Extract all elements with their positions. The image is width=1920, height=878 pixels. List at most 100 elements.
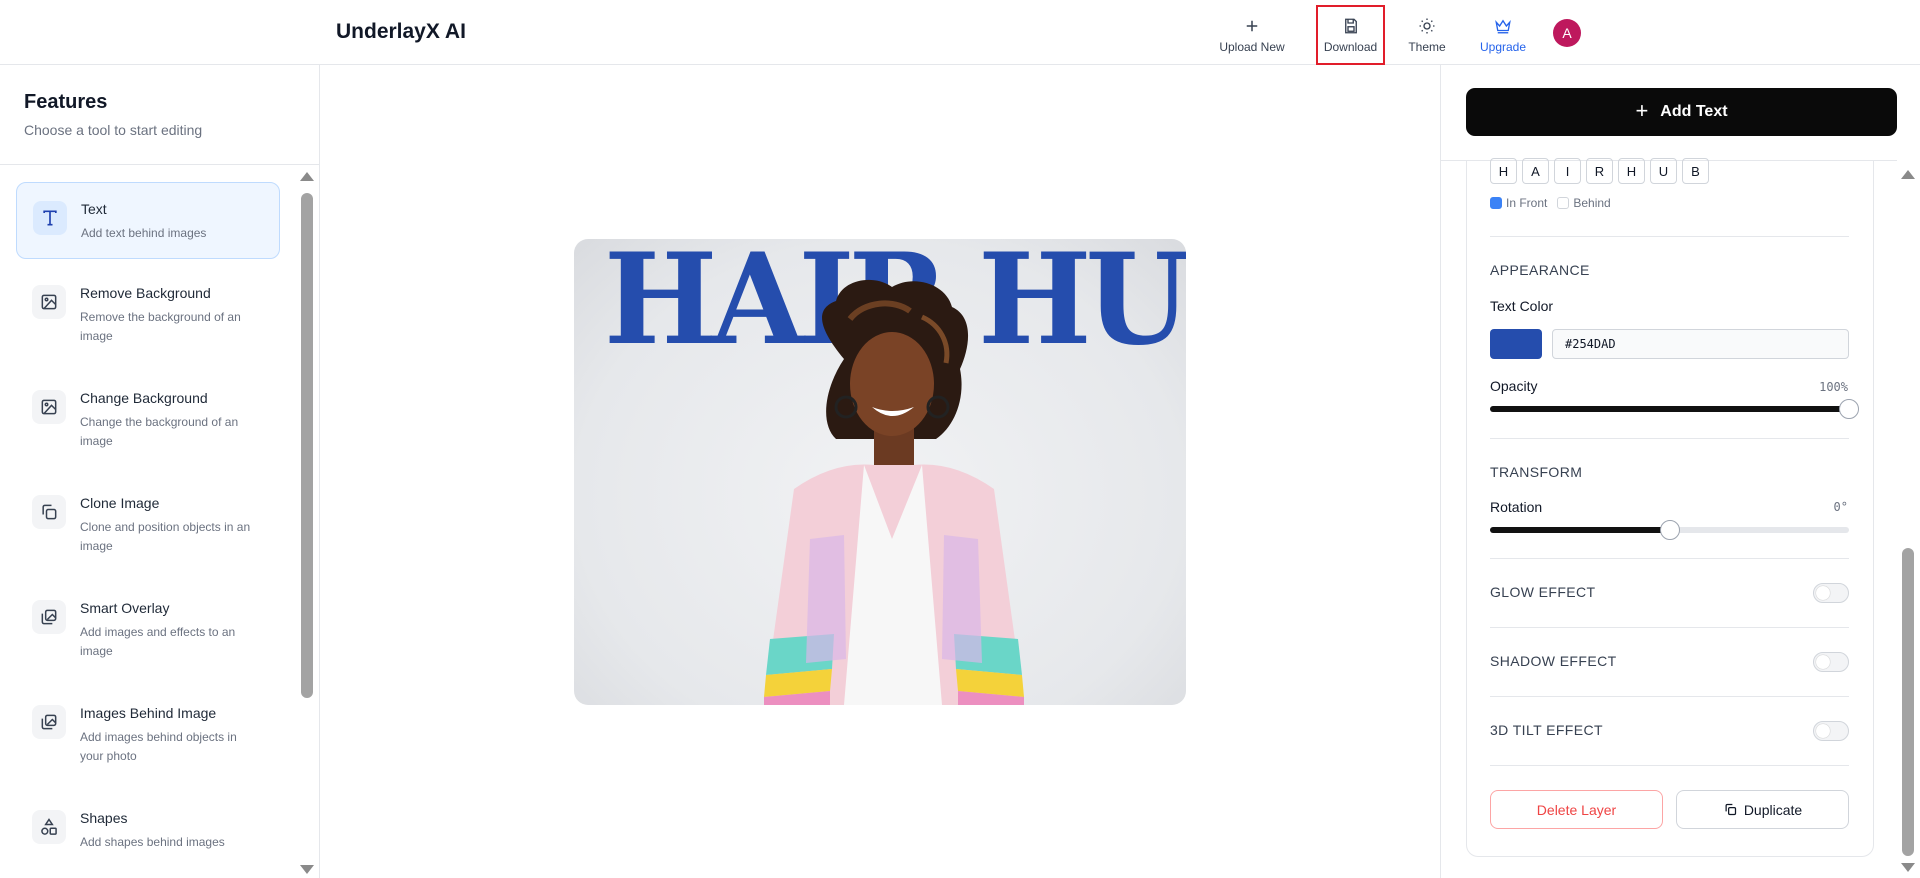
- sidebar-title: Features: [24, 91, 108, 113]
- editor-canvas: HAIR HUB: [320, 65, 1440, 878]
- tool-name: Change Background: [80, 390, 208, 406]
- in-front-checkbox[interactable]: [1490, 197, 1502, 209]
- edited-photo[interactable]: HAIR HUB: [574, 239, 1186, 705]
- tool-desc: Clone and position objects in an image: [80, 520, 251, 553]
- upgrade-label: Upgrade: [1479, 39, 1527, 54]
- text-color-label: Text Color: [1490, 298, 1554, 314]
- text-properties-panel: + Add Text H A I R H U B In Front Behind…: [1440, 65, 1920, 878]
- sidebar-scrollbar[interactable]: [300, 170, 314, 876]
- tool-desc: Change the background of an image: [80, 415, 239, 448]
- glow-effect-title: GLOW EFFECT: [1490, 584, 1596, 600]
- crown-icon: [1495, 19, 1511, 33]
- tool-images-behind-image[interactable]: Images Behind Image Add images behind ob…: [16, 687, 280, 777]
- image-icon: [32, 285, 66, 319]
- letter-chip[interactable]: A: [1522, 158, 1549, 184]
- scroll-down-icon[interactable]: [300, 865, 314, 874]
- rotation-slider[interactable]: [1490, 520, 1849, 540]
- letter-chip[interactable]: U: [1650, 158, 1677, 184]
- tool-text[interactable]: Text Add text behind images: [16, 182, 280, 259]
- slider-handle[interactable]: [1659, 520, 1680, 540]
- upgrade-button[interactable]: Upgrade: [1472, 6, 1534, 64]
- theme-button[interactable]: Theme: [1400, 6, 1454, 64]
- tool-name: Shapes: [80, 810, 128, 826]
- avatar[interactable]: A: [1553, 19, 1581, 47]
- top-bar: UnderlayX AI Upload New Download Theme U…: [0, 0, 1920, 65]
- duplicate-label: Duplicate: [1743, 801, 1803, 818]
- shapes-icon: [32, 810, 66, 844]
- text-icon: [33, 201, 67, 235]
- opacity-label: Opacity: [1490, 378, 1538, 394]
- plus-icon: [1246, 20, 1258, 31]
- shadow-effect-toggle[interactable]: [1813, 652, 1849, 672]
- duplicate-button[interactable]: Duplicate: [1676, 790, 1849, 829]
- rotation-value: 0°: [1833, 500, 1848, 514]
- copy-icon: [1725, 803, 1736, 816]
- scrollbar-thumb[interactable]: [1902, 548, 1914, 856]
- appearance-title: APPEARANCE: [1490, 262, 1590, 278]
- letter-chip[interactable]: I: [1554, 158, 1581, 184]
- tool-remove-background[interactable]: Remove Background Remove the background …: [16, 267, 280, 357]
- rotation-label: Rotation: [1490, 499, 1543, 515]
- add-text-label: Add Text: [1660, 103, 1728, 120]
- sun-icon: [1419, 18, 1435, 33]
- tool-name: Images Behind Image: [80, 705, 217, 721]
- divider: [1490, 438, 1849, 439]
- tool-desc: Add images and effects to an image: [80, 625, 236, 658]
- tool-shapes[interactable]: Shapes Add shapes behind images: [16, 792, 280, 862]
- tool-desc: Add text behind images: [81, 226, 207, 240]
- delete-layer-button[interactable]: Delete Layer: [1490, 790, 1663, 829]
- tool-desc: Add shapes behind images: [80, 835, 225, 849]
- image-icon: [32, 390, 66, 424]
- scroll-down-icon[interactable]: [1901, 863, 1915, 872]
- divider: [1490, 765, 1849, 766]
- copy-icon: [32, 495, 66, 529]
- transform-title: TRANSFORM: [1490, 464, 1583, 480]
- upload-new-label: Upload New: [1219, 39, 1285, 54]
- sidebar-subtitle: Choose a tool to start editing: [24, 122, 203, 138]
- download-label: Download: [1323, 39, 1378, 54]
- slider-fill: [1490, 406, 1849, 412]
- download-button[interactable]: Download: [1316, 5, 1385, 65]
- tilt-effect-toggle[interactable]: [1813, 721, 1849, 741]
- tool-desc: Add images behind objects in your photo: [80, 730, 237, 763]
- letter-chip[interactable]: H: [1490, 158, 1517, 184]
- slider-fill: [1490, 527, 1670, 533]
- letter-list: H A I R H U B: [1490, 158, 1709, 184]
- upload-new-button[interactable]: Upload New: [1212, 6, 1292, 64]
- app-title: UnderlayX AI: [336, 20, 466, 43]
- scroll-up-icon[interactable]: [300, 172, 314, 181]
- add-text-button[interactable]: + Add Text: [1466, 88, 1897, 136]
- tool-name: Text: [81, 201, 107, 217]
- text-color-swatch[interactable]: [1490, 329, 1542, 359]
- plus-icon: +: [1635, 98, 1649, 123]
- letter-chip[interactable]: B: [1682, 158, 1709, 184]
- tool-change-background[interactable]: Change Background Change the background …: [16, 372, 280, 462]
- tool-clone-image[interactable]: Clone Image Clone and position objects i…: [16, 477, 280, 567]
- letter-chip[interactable]: H: [1618, 158, 1645, 184]
- letter-chip[interactable]: R: [1586, 158, 1613, 184]
- panel-scrollbar[interactable]: [1900, 168, 1916, 872]
- scrollbar-thumb[interactable]: [301, 193, 313, 698]
- in-front-label: In Front: [1506, 196, 1548, 210]
- tool-name: Remove Background: [80, 285, 211, 301]
- portrait-subject: [764, 279, 1024, 705]
- text-color-input[interactable]: #254DAD: [1552, 329, 1849, 359]
- tool-smart-overlay[interactable]: Smart Overlay Add images and effects to …: [16, 582, 280, 672]
- scroll-up-icon[interactable]: [1901, 170, 1915, 179]
- tool-name: Smart Overlay: [80, 600, 170, 616]
- tool-name: Clone Image: [80, 495, 160, 511]
- divider: [1490, 236, 1849, 237]
- opacity-slider[interactable]: [1490, 399, 1859, 419]
- features-sidebar: Features Choose a tool to start editing …: [0, 65, 320, 878]
- behind-label: Behind: [1573, 196, 1611, 210]
- sidebar-header: Features Choose a tool to start editing: [0, 65, 319, 165]
- tilt-effect-title: 3D TILT EFFECT: [1490, 722, 1603, 738]
- behind-checkbox[interactable]: [1557, 197, 1570, 209]
- theme-label: Theme: [1408, 39, 1446, 54]
- images-icon: [32, 705, 66, 739]
- slider-handle[interactable]: [1839, 399, 1859, 419]
- glow-effect-toggle[interactable]: [1813, 583, 1849, 603]
- shadow-effect-title: SHADOW EFFECT: [1490, 653, 1617, 669]
- tool-desc: Remove the background of an image: [80, 310, 241, 343]
- divider: [1490, 558, 1849, 559]
